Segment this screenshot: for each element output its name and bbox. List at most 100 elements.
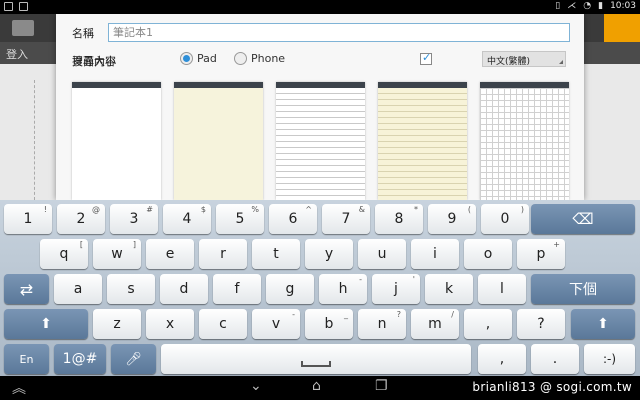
tab-key[interactable]: ⇄ [4,274,49,304]
template-list [72,82,569,200]
key[interactable]: w] [93,239,141,269]
key[interactable]: c [199,309,247,339]
key[interactable]: y [305,239,353,269]
comma-key[interactable]: , [478,344,526,374]
key-label: u [377,246,387,262]
template-lined[interactable] [276,82,365,200]
vibrate-icon: ▯ [555,1,561,11]
key-label: g [285,281,295,297]
key[interactable]: e [146,239,194,269]
key[interactable]: g [266,274,314,304]
search-content-checkbox[interactable] [420,51,432,65]
key[interactable]: o [464,239,512,269]
key[interactable]: 8 * [375,204,423,234]
key[interactable]: s [107,274,155,304]
key[interactable]: f [213,274,261,304]
key-label: 0 [500,211,510,227]
shift-left-key[interactable]: ⬆ [4,309,88,339]
key[interactable]: 6 ^ [269,204,317,234]
language-key[interactable]: En [4,344,49,374]
key[interactable]: l [478,274,526,304]
key[interactable]: 5% [216,204,264,234]
key[interactable]: 3 # [110,204,158,234]
search-content-label: 搜尋內容 [72,55,116,68]
smiley-key[interactable]: :-) [584,344,635,374]
key-label: j [394,281,398,297]
key[interactable]: 4 $ [163,204,211,234]
login-button[interactable]: 登入 [6,46,28,62]
key-alt-label: % [251,205,259,214]
key[interactable]: 9( [428,204,476,234]
key-label: k [444,281,454,297]
key-alt-label: / [451,310,454,319]
key[interactable]: n? [358,309,406,339]
key[interactable]: , [464,309,512,339]
backspace-key[interactable]: ⌫ [531,204,635,234]
size-radio-pad[interactable]: Pad [180,52,217,65]
key[interactable]: v- [252,309,300,339]
key-label: a [73,281,83,297]
key[interactable]: a [54,274,102,304]
key[interactable]: r [199,239,247,269]
menu-button[interactable] [604,14,640,42]
photo-notification-icon [19,2,28,11]
next-key[interactable]: 下個 [531,274,635,304]
voice-input-key[interactable]: 🎤︎ [111,344,156,374]
key-alt-label: & [358,205,365,214]
key[interactable]: j ' [372,274,420,304]
template-blank[interactable] [72,82,161,200]
watermark: brianli813 @ sogi.com.tw [472,380,632,394]
space-bar-icon [301,361,331,367]
recent-apps-icon[interactable]: ❐ [375,378,388,394]
key-label: w [111,246,123,262]
key[interactable]: b _ [305,309,353,339]
key-label: 4 [182,211,192,227]
key[interactable]: z [93,309,141,339]
back-icon[interactable]: ⌄ [250,378,262,394]
name-input[interactable]: 筆記本1 [108,23,570,42]
key-label: o [483,246,493,262]
size-radio-phone[interactable]: Phone [234,52,285,65]
radio-unselected-icon [234,52,247,65]
key-label: i [433,246,437,262]
home-icon[interactable]: ⌂ [312,378,321,394]
backspace-icon: ⌫ [572,210,594,228]
key-label: 8 [394,211,404,227]
notebook-icon[interactable] [12,20,34,36]
key-alt-label: ) [520,205,524,214]
wifi-icon: ◔ [583,1,592,11]
template-yellow[interactable] [174,82,263,200]
key[interactable]: p + [517,239,565,269]
key[interactable]: k [425,274,473,304]
key-label: t [273,246,279,262]
template-grid[interactable] [480,82,569,200]
key[interactable]: 7 & [322,204,370,234]
key-label: l [500,281,504,297]
key[interactable]: ? [517,309,565,339]
key[interactable]: 0) [481,204,529,234]
key[interactable]: 2 @ [57,204,105,234]
key[interactable]: d [160,274,208,304]
key[interactable]: q[ [40,239,88,269]
key[interactable]: h- [319,274,367,304]
shift-right-key[interactable]: ⬆ [571,309,635,339]
key-label: r [220,246,226,262]
key-alt-label: ^ [305,205,312,214]
symbols-key[interactable]: 1@# [54,344,106,374]
language-select[interactable]: 中文(繁體) [482,51,566,67]
navigation-bar: ︽ ⌄ ⌂ ❐ brianli813 @ sogi.com.tw [0,376,640,400]
collapse-icon[interactable]: ︽ [12,378,26,398]
key[interactable]: x [146,309,194,339]
key-label: n [377,316,387,332]
tab-arrows-icon: ⇄ [19,279,34,299]
key[interactable]: 1! [4,204,52,234]
period-key[interactable]: . [531,344,579,374]
key[interactable]: u [358,239,406,269]
space-key[interactable] [161,344,471,374]
key-label: b [324,316,334,332]
key[interactable]: m / [411,309,459,339]
key[interactable]: t [252,239,300,269]
key[interactable]: i [411,239,459,269]
key-label: x [165,316,175,332]
template-yellow-lined[interactable] [378,82,467,200]
